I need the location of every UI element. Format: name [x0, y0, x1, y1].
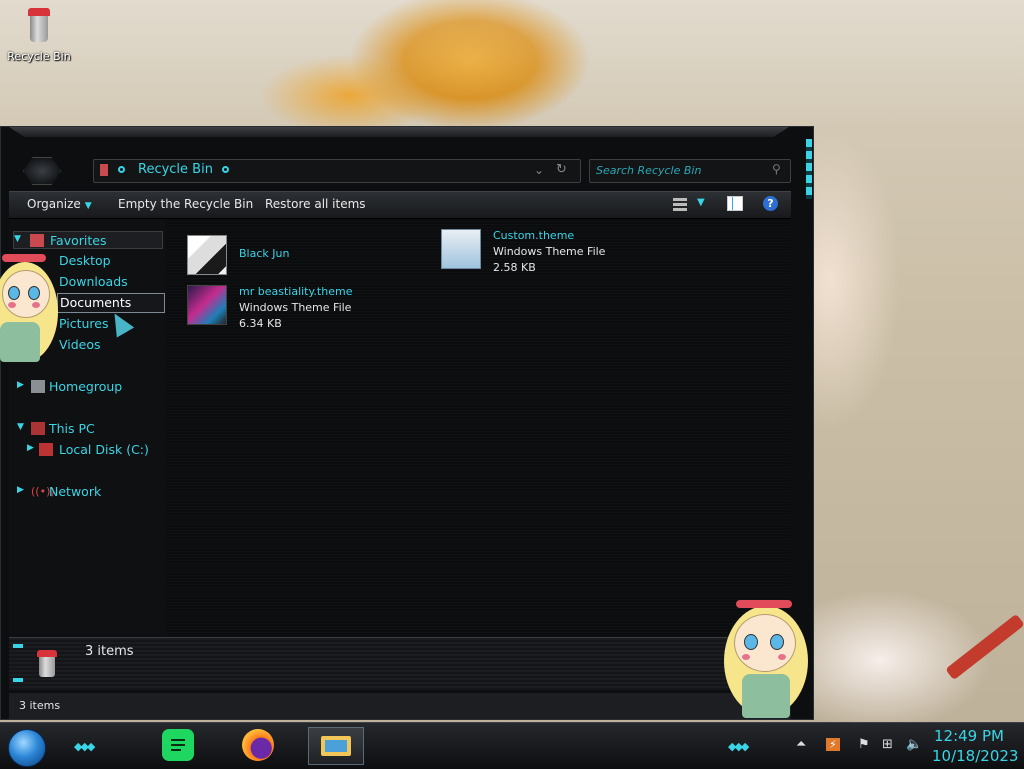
mascot-decoration — [0, 250, 64, 370]
recycle-bin-icon — [37, 650, 57, 678]
address-dropdown-icon[interactable]: ⌄ — [534, 163, 544, 177]
action-center-flag-icon[interactable]: ⚑ — [858, 737, 870, 752]
address-recycle-bin-icon — [100, 164, 108, 176]
desktop-icon-label: Recycle Bin — [7, 50, 71, 63]
empty-recycle-bin-button[interactable]: Empty the Recycle Bin — [118, 197, 253, 211]
search-input[interactable]: Search Recycle Bin — [596, 164, 701, 177]
clock-date[interactable]: 10/18/2023 — [932, 747, 1018, 765]
recycle-bin-icon — [26, 8, 52, 44]
desktop-recycle-bin[interactable]: Recycle Bin — [6, 8, 72, 63]
nav-favorites[interactable]: ▼ Favorites — [13, 231, 163, 249]
organize-dropdown-icon: ▼ — [84, 201, 92, 211]
file-name: Custom.theme — [493, 229, 575, 242]
homegroup-icon — [31, 380, 45, 393]
file-item[interactable]: Custom.theme Windows Theme File 2.58 KB — [441, 229, 681, 277]
taskbar-firefox[interactable] — [242, 729, 274, 761]
window-title-bar[interactable] — [9, 127, 789, 137]
theme-file-icon — [441, 229, 481, 269]
details-item-count: 3 items — [85, 644, 134, 659]
file-item[interactable]: mr beastiality.theme Windows Theme File … — [187, 285, 427, 333]
back-forward-orb-icon[interactable] — [23, 157, 61, 185]
taskbar: ◆◆◆ ◆◆◆ ⏶ ⚡ ⚑ ⊞ 🔈 12:49 PM 10/18/2023 — [0, 722, 1024, 769]
file-name: mr beastiality.theme — [239, 285, 353, 298]
show-hidden-icons-icon[interactable]: ⏶ — [796, 737, 806, 752]
file-name: Black Jun — [239, 247, 290, 260]
window-side-accent — [806, 139, 812, 199]
taskbar-decoration-icon: ◆◆◆ — [74, 740, 95, 753]
image-file-icon — [187, 235, 227, 275]
collapse-arrow-icon[interactable]: ▼ — [14, 234, 21, 244]
search-box[interactable]: Search Recycle Bin ⚲ — [589, 159, 791, 183]
theme-file-icon — [187, 285, 227, 325]
file-size: 6.34 KB — [239, 317, 282, 330]
expand-arrow-icon[interactable]: ▶ — [17, 380, 24, 390]
status-bar: 3 items — [9, 693, 791, 719]
search-icon[interactable]: ⚲ — [772, 162, 781, 176]
refresh-icon[interactable]: ↻ — [556, 162, 567, 177]
restore-all-button[interactable]: Restore all items — [265, 197, 366, 211]
clock-time[interactable]: 12:49 PM — [934, 727, 1004, 745]
breadcrumb-separator-icon[interactable] — [222, 166, 229, 173]
explorer-window: Recycle Bin ⌄ ↻ Search Recycle Bin ⚲ Org… — [0, 126, 814, 720]
file-type: Windows Theme File — [239, 301, 352, 314]
file-size: 2.58 KB — [493, 261, 536, 274]
expand-arrow-icon[interactable]: ▶ — [17, 485, 24, 495]
breadcrumb-separator-icon[interactable] — [118, 166, 125, 173]
volume-icon[interactable]: 🔈 — [906, 737, 922, 752]
drive-icon — [39, 443, 53, 456]
collapse-arrow-icon[interactable]: ▼ — [17, 422, 24, 432]
help-icon[interactable]: ? — [763, 196, 778, 211]
change-view-icon[interactable] — [673, 198, 687, 212]
preview-pane-button[interactable] — [727, 196, 743, 211]
details-accent-icon — [13, 678, 23, 682]
file-list[interactable]: Black Jun Custom.theme Windows Theme Fil… — [167, 219, 791, 635]
expand-arrow-icon[interactable]: ▶ — [27, 443, 34, 453]
computer-icon — [31, 422, 45, 435]
folder-icon — [321, 736, 351, 756]
file-item[interactable]: Black Jun — [187, 235, 387, 283]
mascot-decoration — [716, 596, 814, 722]
taskbar-file-explorer[interactable] — [308, 727, 364, 765]
network-icon: ((•)) — [31, 485, 55, 498]
wallpaper-highlight — [0, 0, 1024, 130]
details-pane: 3 items — [9, 637, 791, 690]
taskbar-decoration-icon: ◆◆◆ — [728, 740, 749, 753]
file-type: Windows Theme File — [493, 245, 606, 258]
details-accent-icon — [13, 644, 23, 648]
tray-app-icon[interactable]: ⚡ — [826, 738, 840, 751]
favorites-star-icon — [30, 234, 44, 247]
view-options-dropdown-icon[interactable]: ▼ — [697, 197, 705, 208]
network-tray-icon[interactable]: ⊞ — [882, 737, 893, 752]
address-path[interactable]: Recycle Bin — [138, 162, 213, 177]
taskbar-spotify[interactable] — [162, 729, 194, 761]
address-bar[interactable]: Recycle Bin ⌄ ↻ — [93, 159, 581, 183]
status-item-count: 3 items — [19, 699, 61, 712]
organize-button[interactable]: Organize ▼ — [27, 197, 92, 211]
nav-documents[interactable]: Documents — [57, 293, 165, 313]
start-button[interactable] — [8, 729, 46, 767]
command-bar: Organize ▼ Empty the Recycle Bin Restore … — [9, 191, 791, 219]
